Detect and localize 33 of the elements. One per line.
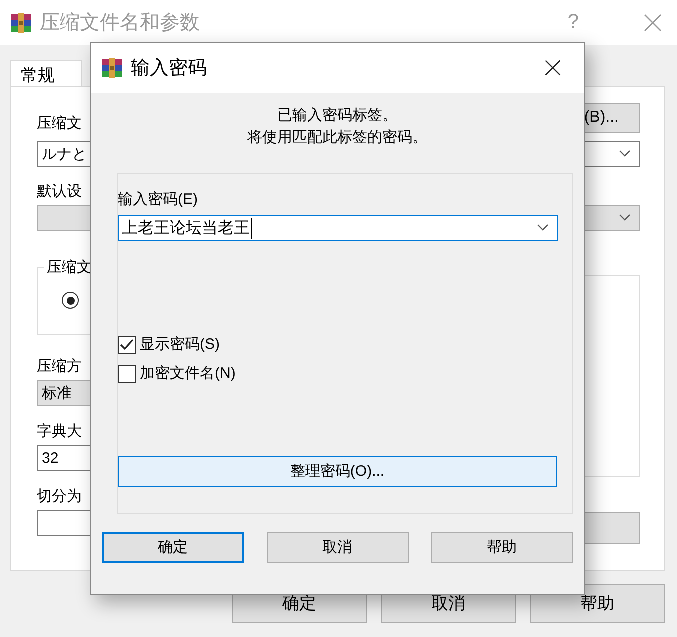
window-title: 压缩文件名和参数 — [40, 11, 201, 36]
field-value: ルナと — [42, 144, 87, 164]
radio-button[interactable] — [62, 292, 79, 309]
chevron-down-icon — [619, 150, 631, 158]
organize-passwords-button[interactable]: 整理密码(O)... — [118, 456, 557, 487]
close-icon — [643, 12, 663, 32]
checkbox-label: 显示密码(S) — [140, 335, 220, 354]
field-label: 压缩文 — [37, 114, 82, 133]
field-label: 输入密码(E) — [118, 190, 198, 209]
field-label: 切分为 — [37, 487, 82, 506]
dialog-button[interactable]: 帮助 — [431, 532, 573, 563]
checkbox[interactable] — [118, 336, 136, 354]
chevron-down-icon — [537, 224, 549, 232]
tab[interactable]: 常规 — [10, 60, 82, 86]
password-field[interactable]: 上老王论坛当老王 — [118, 215, 558, 241]
app-icon — [101, 57, 123, 79]
field-value: 标准 — [42, 384, 72, 402]
message-text: 将使用匹配此标签的密码。 — [248, 128, 428, 148]
action-button[interactable] — [584, 512, 640, 544]
field-label: 压缩方 — [37, 357, 82, 376]
dialog-title: 输入密码 — [131, 57, 208, 81]
field-label: 字典大 — [37, 422, 82, 441]
chevron-down-icon — [619, 214, 631, 222]
close-icon — [544, 59, 562, 77]
field-value: 32 — [42, 450, 59, 466]
field-label: 默认设 — [37, 182, 82, 201]
message-text: 已输入密码标签。 — [278, 106, 398, 126]
checkbox-label: 加密文件名(N) — [140, 364, 236, 383]
field-value: 上老王论坛当老王 — [122, 218, 252, 238]
dialog-button[interactable]: 确定 — [102, 532, 244, 563]
checkbox[interactable] — [118, 364, 136, 382]
dialog-button[interactable]: 取消 — [266, 532, 408, 563]
app-icon — [10, 12, 32, 34]
